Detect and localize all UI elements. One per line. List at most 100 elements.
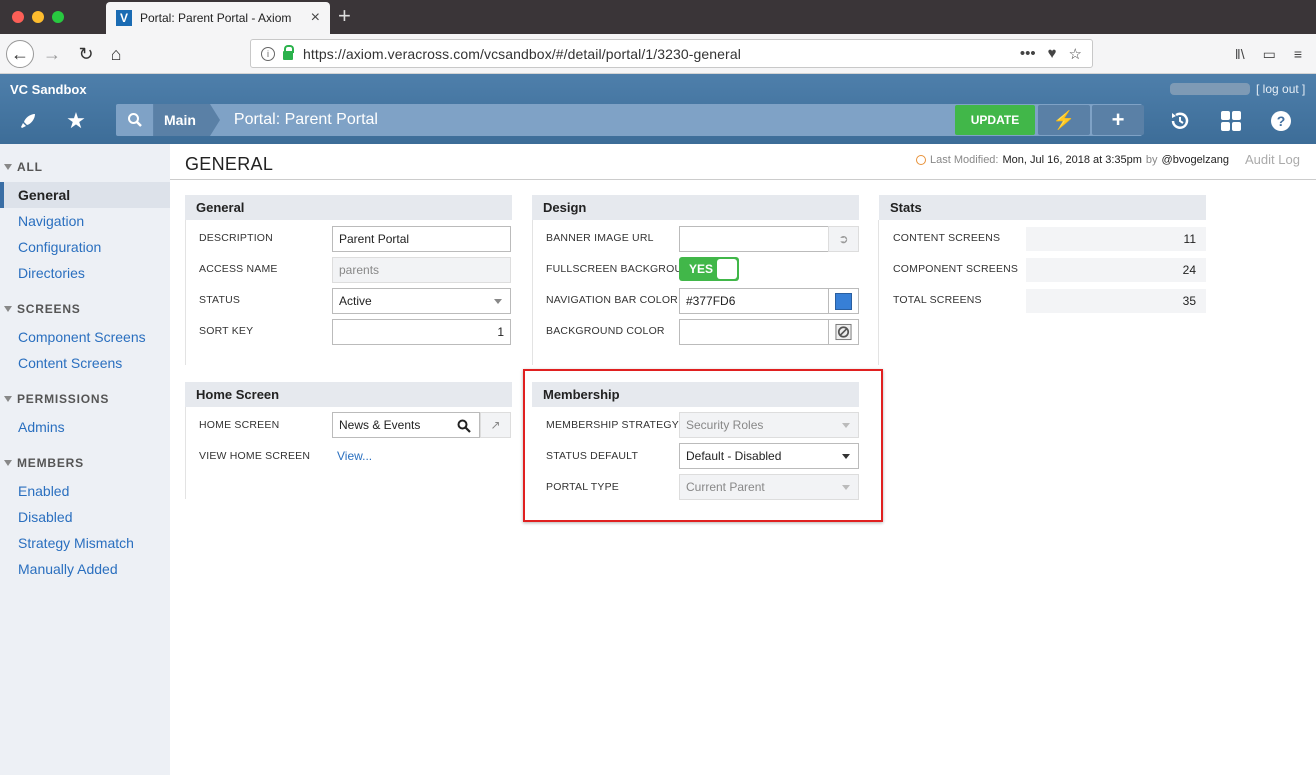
- update-button[interactable]: UPDATE: [955, 105, 1035, 135]
- view-home-screen-link[interactable]: View...: [337, 449, 372, 463]
- general-panel-title: General: [185, 195, 512, 220]
- audit-log-link[interactable]: Audit Log: [1245, 152, 1300, 167]
- banner-image-input[interactable]: [679, 226, 829, 252]
- info-icon[interactable]: i: [261, 46, 275, 61]
- access-name-label: ACCESS NAME: [199, 263, 278, 275]
- menu-icon[interactable]: ≡: [1294, 46, 1302, 63]
- navigation-bar-color-label: NAVIGATION BAR COLOR: [546, 294, 678, 306]
- svg-text:?: ?: [1277, 113, 1286, 129]
- sidebar-item-general[interactable]: General: [0, 182, 170, 208]
- stat-label: TOTAL SCREENS: [893, 294, 982, 306]
- browser-tab-bar: V Portal: Parent Portal - Axiom × +: [0, 0, 1316, 34]
- star-icon[interactable]: ★: [58, 106, 94, 136]
- sidebar: ALL General Navigation Configuration Dir…: [0, 144, 170, 775]
- back-arrow-icon[interactable]: ←: [6, 40, 34, 68]
- home-screen-label: HOME SCREEN: [199, 419, 280, 431]
- sidebar-section-screens[interactable]: SCREENS: [0, 300, 170, 318]
- no-color-icon[interactable]: [828, 319, 859, 345]
- modified-label: Last Modified:: [930, 154, 999, 166]
- close-window-button[interactable]: [12, 11, 24, 23]
- sidebar-item-directories[interactable]: Directories: [0, 260, 170, 286]
- modified-by-user[interactable]: @bvogelzang: [1162, 154, 1229, 166]
- stats-panel: Stats CONTENT SCREENS 11 COMPONENT SCREE…: [879, 195, 1206, 315]
- search-icon[interactable]: [457, 419, 471, 433]
- home-screen-input[interactable]: News & Events: [332, 412, 480, 438]
- library-icon[interactable]: ‖\: [1235, 46, 1245, 63]
- external-link-icon[interactable]: ↗: [480, 412, 511, 438]
- sidebar-item-enabled[interactable]: Enabled: [0, 478, 170, 504]
- last-modified: Last Modified: Mon, Jul 16, 2018 at 3:35…: [916, 154, 1229, 166]
- general-panel: General DESCRIPTION Parent Portal ACCESS…: [185, 195, 512, 365]
- clock-icon: [916, 155, 926, 165]
- navigation-bar-color-value: #377FD6: [686, 294, 736, 308]
- pocket-icon[interactable]: ♥: [1048, 45, 1057, 63]
- title-divider: [170, 179, 1316, 180]
- more-actions-icon[interactable]: •••: [1020, 45, 1036, 63]
- arrow-right-circle-icon[interactable]: ➲: [828, 226, 859, 252]
- forward-arrow-icon[interactable]: →: [38, 40, 66, 68]
- lightning-icon[interactable]: ⚡: [1038, 105, 1090, 135]
- sidebar-section-members[interactable]: MEMBERS: [0, 454, 170, 472]
- highlight-box: [523, 369, 883, 522]
- section-label: ALL: [17, 160, 43, 174]
- url-text[interactable]: https://axiom.veracross.com/vcsandbox/#/…: [303, 46, 1020, 62]
- tab-close-icon[interactable]: ×: [311, 9, 320, 27]
- navigation-bar-color-input[interactable]: #377FD6: [679, 288, 829, 314]
- user-name-blurred: [1170, 83, 1250, 95]
- fullscreen-toggle[interactable]: YES: [679, 257, 739, 281]
- stat-label: COMPONENT SCREENS: [893, 263, 1019, 275]
- sort-key-value: 1: [497, 325, 504, 339]
- minimize-window-button[interactable]: [32, 11, 44, 23]
- sidebar-item-component-screens[interactable]: Component Screens: [0, 324, 170, 350]
- description-input[interactable]: Parent Portal: [332, 226, 511, 252]
- logout-link[interactable]: [ log out ]: [1256, 82, 1305, 96]
- sidebar-section-all[interactable]: ALL: [0, 158, 170, 176]
- home-icon[interactable]: ⌂: [102, 40, 130, 68]
- history-icon[interactable]: [1162, 106, 1198, 136]
- sidebar-section-permissions[interactable]: PERMISSIONS: [0, 390, 170, 408]
- help-icon[interactable]: ?: [1263, 106, 1299, 136]
- section-label: PERMISSIONS: [17, 392, 110, 406]
- add-button[interactable]: +: [1092, 105, 1144, 135]
- sidebar-item-disabled[interactable]: Disabled: [0, 504, 170, 530]
- section-label: MEMBERS: [17, 456, 84, 470]
- background-color-input[interactable]: [679, 319, 829, 345]
- status-select[interactable]: Active: [332, 288, 511, 314]
- stat-value: 24: [1026, 258, 1206, 282]
- bookmark-star-icon[interactable]: ☆: [1069, 45, 1082, 63]
- modified-date: Mon, Jul 16, 2018 at 3:35pm: [1002, 154, 1142, 166]
- tab-title: Portal: Parent Portal - Axiom: [140, 11, 292, 25]
- new-tab-icon[interactable]: +: [338, 3, 351, 29]
- rocket-icon[interactable]: [10, 106, 46, 136]
- sidebar-item-configuration[interactable]: Configuration: [0, 234, 170, 260]
- home-screen-panel: Home Screen HOME SCREEN News & Events ↗ …: [185, 382, 512, 502]
- home-screen-panel-title: Home Screen: [185, 382, 512, 407]
- app-header: VC Sandbox [ log out ] ★ Main Portal: Pa…: [0, 74, 1316, 144]
- sidebar-toggle-icon[interactable]: ▭: [1263, 46, 1276, 63]
- section-label: SCREENS: [17, 302, 81, 316]
- breadcrumb-main[interactable]: Main: [154, 104, 220, 136]
- grid-icon[interactable]: [1213, 106, 1249, 136]
- sidebar-item-admins[interactable]: Admins: [0, 414, 170, 440]
- sidebar-item-navigation[interactable]: Navigation: [0, 208, 170, 234]
- maximize-window-button[interactable]: [52, 11, 64, 23]
- address-bar[interactable]: i https://axiom.veracross.com/vcsandbox/…: [250, 39, 1093, 68]
- status-value: Active: [339, 294, 372, 308]
- search-icon[interactable]: [116, 104, 154, 136]
- sidebar-item-strategy-mismatch[interactable]: Strategy Mismatch: [0, 530, 170, 556]
- sidebar-item-content-screens[interactable]: Content Screens: [0, 350, 170, 376]
- banner-image-label: BANNER IMAGE URL: [546, 232, 654, 244]
- access-name-input: parents: [332, 257, 511, 283]
- sort-key-input[interactable]: 1: [332, 319, 511, 345]
- view-home-screen-label: VIEW HOME SCREEN: [199, 450, 311, 462]
- page-title: GENERAL: [185, 154, 274, 174]
- chevron-down-icon: [494, 299, 502, 304]
- fullscreen-background-label: FULLSCREEN BACKGROU...: [546, 263, 692, 275]
- description-label: DESCRIPTION: [199, 232, 273, 244]
- browser-tab[interactable]: V Portal: Parent Portal - Axiom ×: [106, 2, 330, 34]
- stats-panel-title: Stats: [879, 195, 1206, 220]
- background-color-label: BACKGROUND COLOR: [546, 325, 665, 337]
- sidebar-item-manually-added[interactable]: Manually Added: [0, 556, 170, 582]
- color-swatch[interactable]: [828, 288, 859, 314]
- reload-icon[interactable]: ↻: [72, 40, 100, 68]
